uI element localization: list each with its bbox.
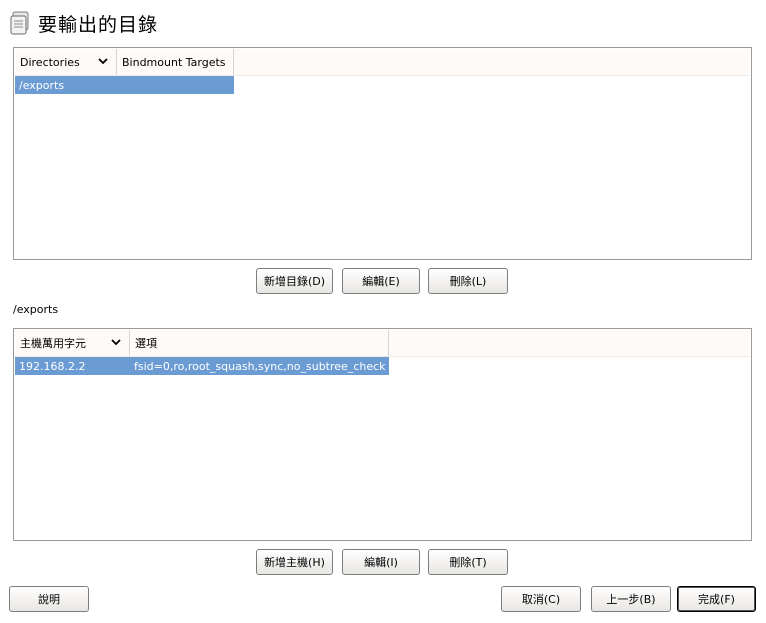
delete-directory-button[interactable]: 刪除(L) [428,268,508,294]
hosts-table[interactable]: 主機萬用字元 選項 192.168.2.2 fsid=0,ro,root_squ… [13,328,752,541]
chevron-down-icon[interactable] [98,56,108,66]
column-host-wildcard[interactable]: 主機萬用字元 [15,330,130,356]
finish-button[interactable]: 完成(F) [677,586,756,612]
help-button[interactable]: 說明 [9,586,89,612]
selected-directory-label: /exports [13,303,59,316]
column-host-wildcard-label: 主機萬用字元 [20,337,86,350]
delete-host-button[interactable]: 刪除(T) [428,549,508,575]
add-host-button[interactable]: 新增主機(H) [256,549,333,575]
table-row[interactable]: /exports [15,76,234,94]
column-bindmount-label: Bindmount Targets [122,55,226,69]
edit-directory-button[interactable]: 編輯(E) [342,268,420,294]
table-row[interactable]: 192.168.2.2 fsid=0,ro,root_squash,sync,n… [15,357,389,375]
options-cell: fsid=0,ro,root_squash,sync,no_subtree_ch… [134,359,386,373]
hosts-header: 主機萬用字元 選項 [15,330,750,356]
cancel-button[interactable]: 取消(C) [501,586,581,612]
column-options[interactable]: 選項 [130,330,389,356]
column-directories-label: Directories [20,55,80,69]
column-directories[interactable]: Directories [15,49,117,75]
column-bindmount-targets[interactable]: Bindmount Targets [117,49,234,75]
directories-header: Directories Bindmount Targets [15,49,750,75]
column-options-label: 選項 [135,337,157,350]
host-cell: 192.168.2.2 [19,359,86,373]
folder-stack-icon [10,11,29,35]
chevron-down-icon[interactable] [111,337,121,347]
directories-table[interactable]: Directories Bindmount Targets /exports [13,47,752,260]
title-bar: 要輸出的目錄 [10,8,158,38]
add-directory-button[interactable]: 新增目錄(D) [256,268,333,294]
directory-cell: /exports [19,78,65,92]
edit-host-button[interactable]: 編輯(I) [342,549,420,575]
back-button[interactable]: 上一步(B) [591,586,671,612]
page-title: 要輸出的目錄 [38,13,159,36]
